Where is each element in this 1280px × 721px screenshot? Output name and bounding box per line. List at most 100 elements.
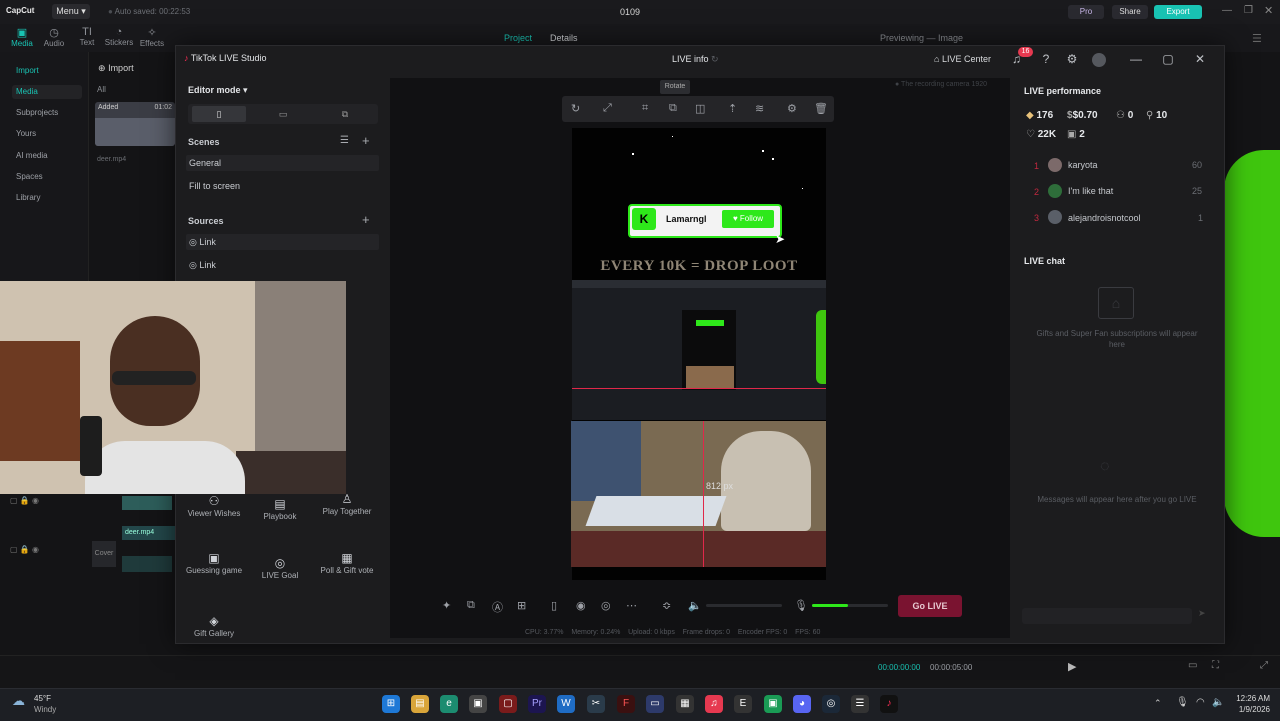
camera-icon[interactable]: ◎ [601, 599, 611, 612]
tool-media[interactable]: ▣ Media [6, 26, 38, 48]
tiktok-studio-taskbar-icon[interactable]: ♪ [880, 695, 898, 713]
dual-layout-icon[interactable]: ⧉ [318, 106, 372, 122]
phone-icon[interactable]: ▯ [551, 599, 557, 612]
weather-icon[interactable]: ☁ [12, 693, 25, 709]
fullscreen-icon[interactable]: ⛶ [1212, 660, 1219, 671]
tab-details[interactable]: Details [550, 33, 578, 43]
tool-stickers[interactable]: ◔ Stickers [103, 26, 135, 47]
nav-spaces[interactable]: Spaces [12, 170, 82, 184]
source-item-link[interactable]: ◎ Link [186, 234, 379, 250]
mic-volume-slider[interactable] [812, 604, 888, 607]
volume-icon[interactable]: 🔈 [1212, 697, 1224, 708]
microphone-icon[interactable]: 🎙 [794, 599, 808, 612]
add-scene-icon[interactable]: + [362, 133, 370, 148]
capcut-icon[interactable]: ✂ [587, 695, 605, 713]
viewer-wishes-button[interactable]: ⚇ Viewer Wishes [181, 495, 247, 519]
maximize-icon[interactable]: ❐ [1244, 5, 1253, 16]
help-icon[interactable]: ? [1038, 52, 1054, 66]
import-button[interactable]: ⊕ Import [98, 63, 134, 74]
crop-icon[interactable]: ⌗ [642, 102, 648, 115]
studio-minimize-icon[interactable]: — [1128, 52, 1144, 66]
playbook-button[interactable]: ▤ Playbook [247, 498, 313, 522]
app-window-icon[interactable]: ▭ [646, 695, 664, 713]
ranking-name[interactable]: I'm like that [1068, 186, 1113, 196]
music-icon[interactable]: ♫ [705, 695, 723, 713]
app-menu-icon[interactable]: ☰ [851, 695, 869, 713]
list-icon[interactable]: ☰ [1252, 32, 1262, 45]
export-button[interactable]: Export [1154, 5, 1202, 19]
landscape-layout-icon[interactable]: ▭ [256, 106, 310, 122]
source-item-link-2[interactable]: ◎ Link [189, 260, 216, 271]
portrait-layout-icon[interactable]: ▯ [192, 106, 246, 122]
mixer-icon[interactable]: ≎ [662, 599, 671, 612]
add-source-icon[interactable]: + [362, 212, 370, 227]
ai-icon[interactable]: Ⓐ [492, 599, 503, 615]
settings-small-icon[interactable]: ⚙ [787, 102, 797, 115]
flip-icon[interactable]: ◫ [695, 102, 705, 115]
edge-icon[interactable]: e [440, 695, 458, 713]
live-center-button[interactable]: ⌂ LIVE Center [934, 54, 991, 64]
studio-close-icon[interactable]: ✕ [1192, 52, 1208, 66]
magic-icon[interactable]: ✦ [442, 599, 451, 612]
clock-time[interactable]: 12:26 AM [1234, 694, 1270, 703]
play-icon[interactable]: ▶ [1068, 660, 1076, 673]
tool-text[interactable]: TI Text [71, 26, 103, 47]
studio-maximize-icon[interactable]: ▢ [1160, 52, 1176, 66]
add-source-small-icon[interactable]: ⊞ [517, 599, 526, 612]
speaker-volume-slider[interactable] [706, 604, 782, 607]
pro-button[interactable]: Pro [1068, 5, 1104, 19]
f-app-icon[interactable]: F [617, 695, 635, 713]
poll-gift-vote-button[interactable]: ▦ Poll & Gift vote [314, 552, 380, 576]
go-live-button[interactable]: Go LIVE [898, 595, 962, 617]
track-lock-icon-2[interactable]: ▢ 🔒 ◉ [10, 545, 39, 554]
word-icon[interactable]: W [557, 695, 575, 713]
scene-list-icon[interactable]: ☰ [340, 135, 349, 146]
speaker-icon[interactable]: 🔈 [688, 599, 702, 612]
editor-mode-dropdown[interactable]: Editor mode ▾ [188, 85, 248, 96]
layer-up-icon[interactable]: ⇡ [728, 102, 737, 115]
duplicate-icon[interactable]: ⧉ [669, 102, 677, 115]
epic-icon[interactable]: E [734, 695, 752, 713]
resize-icon[interactable]: ⤢ [603, 102, 612, 115]
tool-audio[interactable]: ◷ Audio [38, 26, 70, 48]
follow-button[interactable]: ♥ Follow [722, 210, 774, 228]
file-explorer-icon[interactable]: ▤ [411, 695, 429, 713]
scene-item-general[interactable]: General [186, 155, 379, 171]
green-app-icon[interactable]: ▣ [764, 695, 782, 713]
refresh-icon[interactable]: ↻ [711, 54, 719, 64]
guessing-game-button[interactable]: ▣ Guessing game [181, 552, 247, 576]
play-together-button[interactable]: ♙ Play Together [314, 493, 380, 517]
app-icon[interactable]: ▢ [499, 695, 517, 713]
rotate-icon[interactable]: ↻ [571, 102, 580, 115]
windows-start-icon[interactable]: ⊞ [382, 695, 400, 713]
chat-input[interactable] [1022, 608, 1192, 624]
filter-all[interactable]: All [97, 85, 106, 94]
settings-icon[interactable]: ⚙ [1064, 52, 1080, 66]
app-gray-icon[interactable]: ▦ [676, 695, 694, 713]
track-lock-icon[interactable]: ▢ 🔒 ◉ [10, 496, 39, 505]
screen-capture-source[interactable] [572, 280, 826, 420]
nav-ai-media[interactable]: AI media [12, 149, 82, 163]
camera-source[interactable]: 812 px [571, 421, 826, 567]
ratio-icon[interactable]: ▭ [1188, 660, 1197, 671]
nav-library[interactable]: Library [12, 191, 82, 205]
send-icon[interactable]: ➤ [1198, 608, 1206, 619]
screen-icon[interactable]: ⧉ [467, 599, 475, 612]
clock-date[interactable]: 1/9/2026 [1230, 705, 1270, 714]
nav-yours[interactable]: Yours [12, 127, 82, 141]
ranking-name[interactable]: alejandroisnotcool [1068, 213, 1141, 223]
cover-button[interactable]: Cover [92, 541, 116, 567]
steam-icon[interactable]: ◎ [822, 695, 840, 713]
nav-media[interactable]: Media [12, 85, 82, 99]
record-icon[interactable]: ◉ [576, 599, 586, 612]
store-icon[interactable]: ▣ [469, 695, 487, 713]
timeline-clip[interactable]: deer.mp4 [122, 526, 175, 540]
close-icon[interactable]: ✕ [1264, 4, 1273, 17]
gift-gallery-button[interactable]: ◈ Gift Gallery [181, 616, 247, 638]
chevron-up-icon[interactable]: ⌃ [1154, 698, 1162, 709]
delete-icon[interactable]: 🗑 [814, 102, 828, 115]
more-icon[interactable]: ⋯ [626, 599, 637, 612]
timeline-track-2[interactable] [122, 556, 172, 572]
share-button[interactable]: Share [1112, 5, 1148, 19]
nav-subprojects[interactable]: Subprojects [12, 106, 82, 120]
